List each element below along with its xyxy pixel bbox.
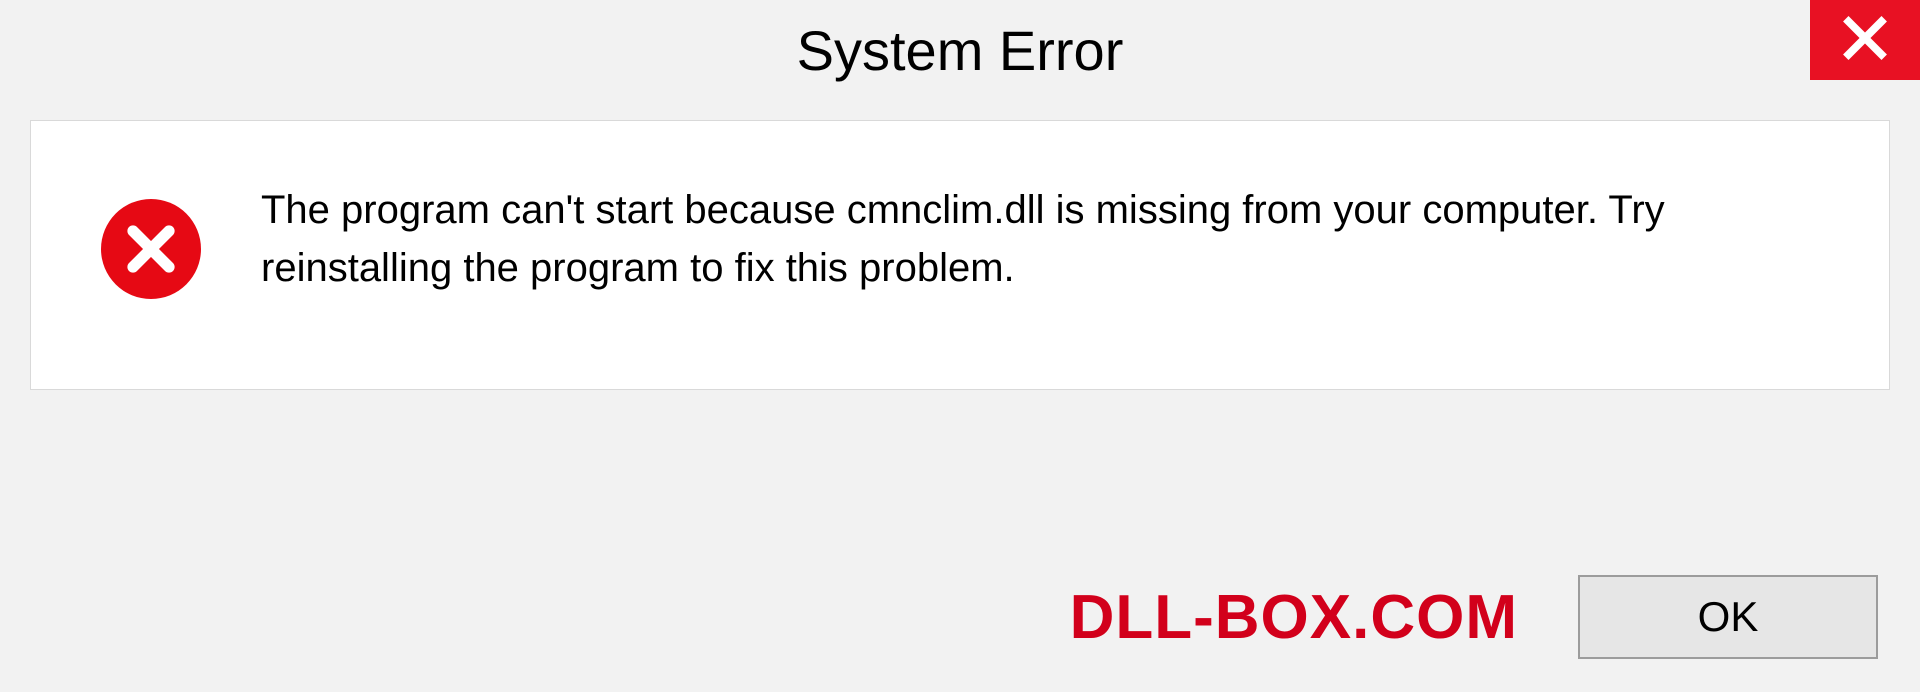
error-message: The program can't start because cmnclim.… [261, 181, 1781, 297]
close-button[interactable] [1810, 0, 1920, 80]
content-panel: The program can't start because cmnclim.… [30, 120, 1890, 390]
titlebar: System Error [0, 0, 1920, 100]
footer: DLL-BOX.COM OK [0, 542, 1920, 692]
close-icon [1843, 16, 1887, 65]
error-circle-x-icon [101, 199, 201, 299]
dialog-title: System Error [797, 18, 1124, 83]
ok-button[interactable]: OK [1578, 575, 1878, 659]
watermark-text: DLL-BOX.COM [1070, 582, 1518, 653]
